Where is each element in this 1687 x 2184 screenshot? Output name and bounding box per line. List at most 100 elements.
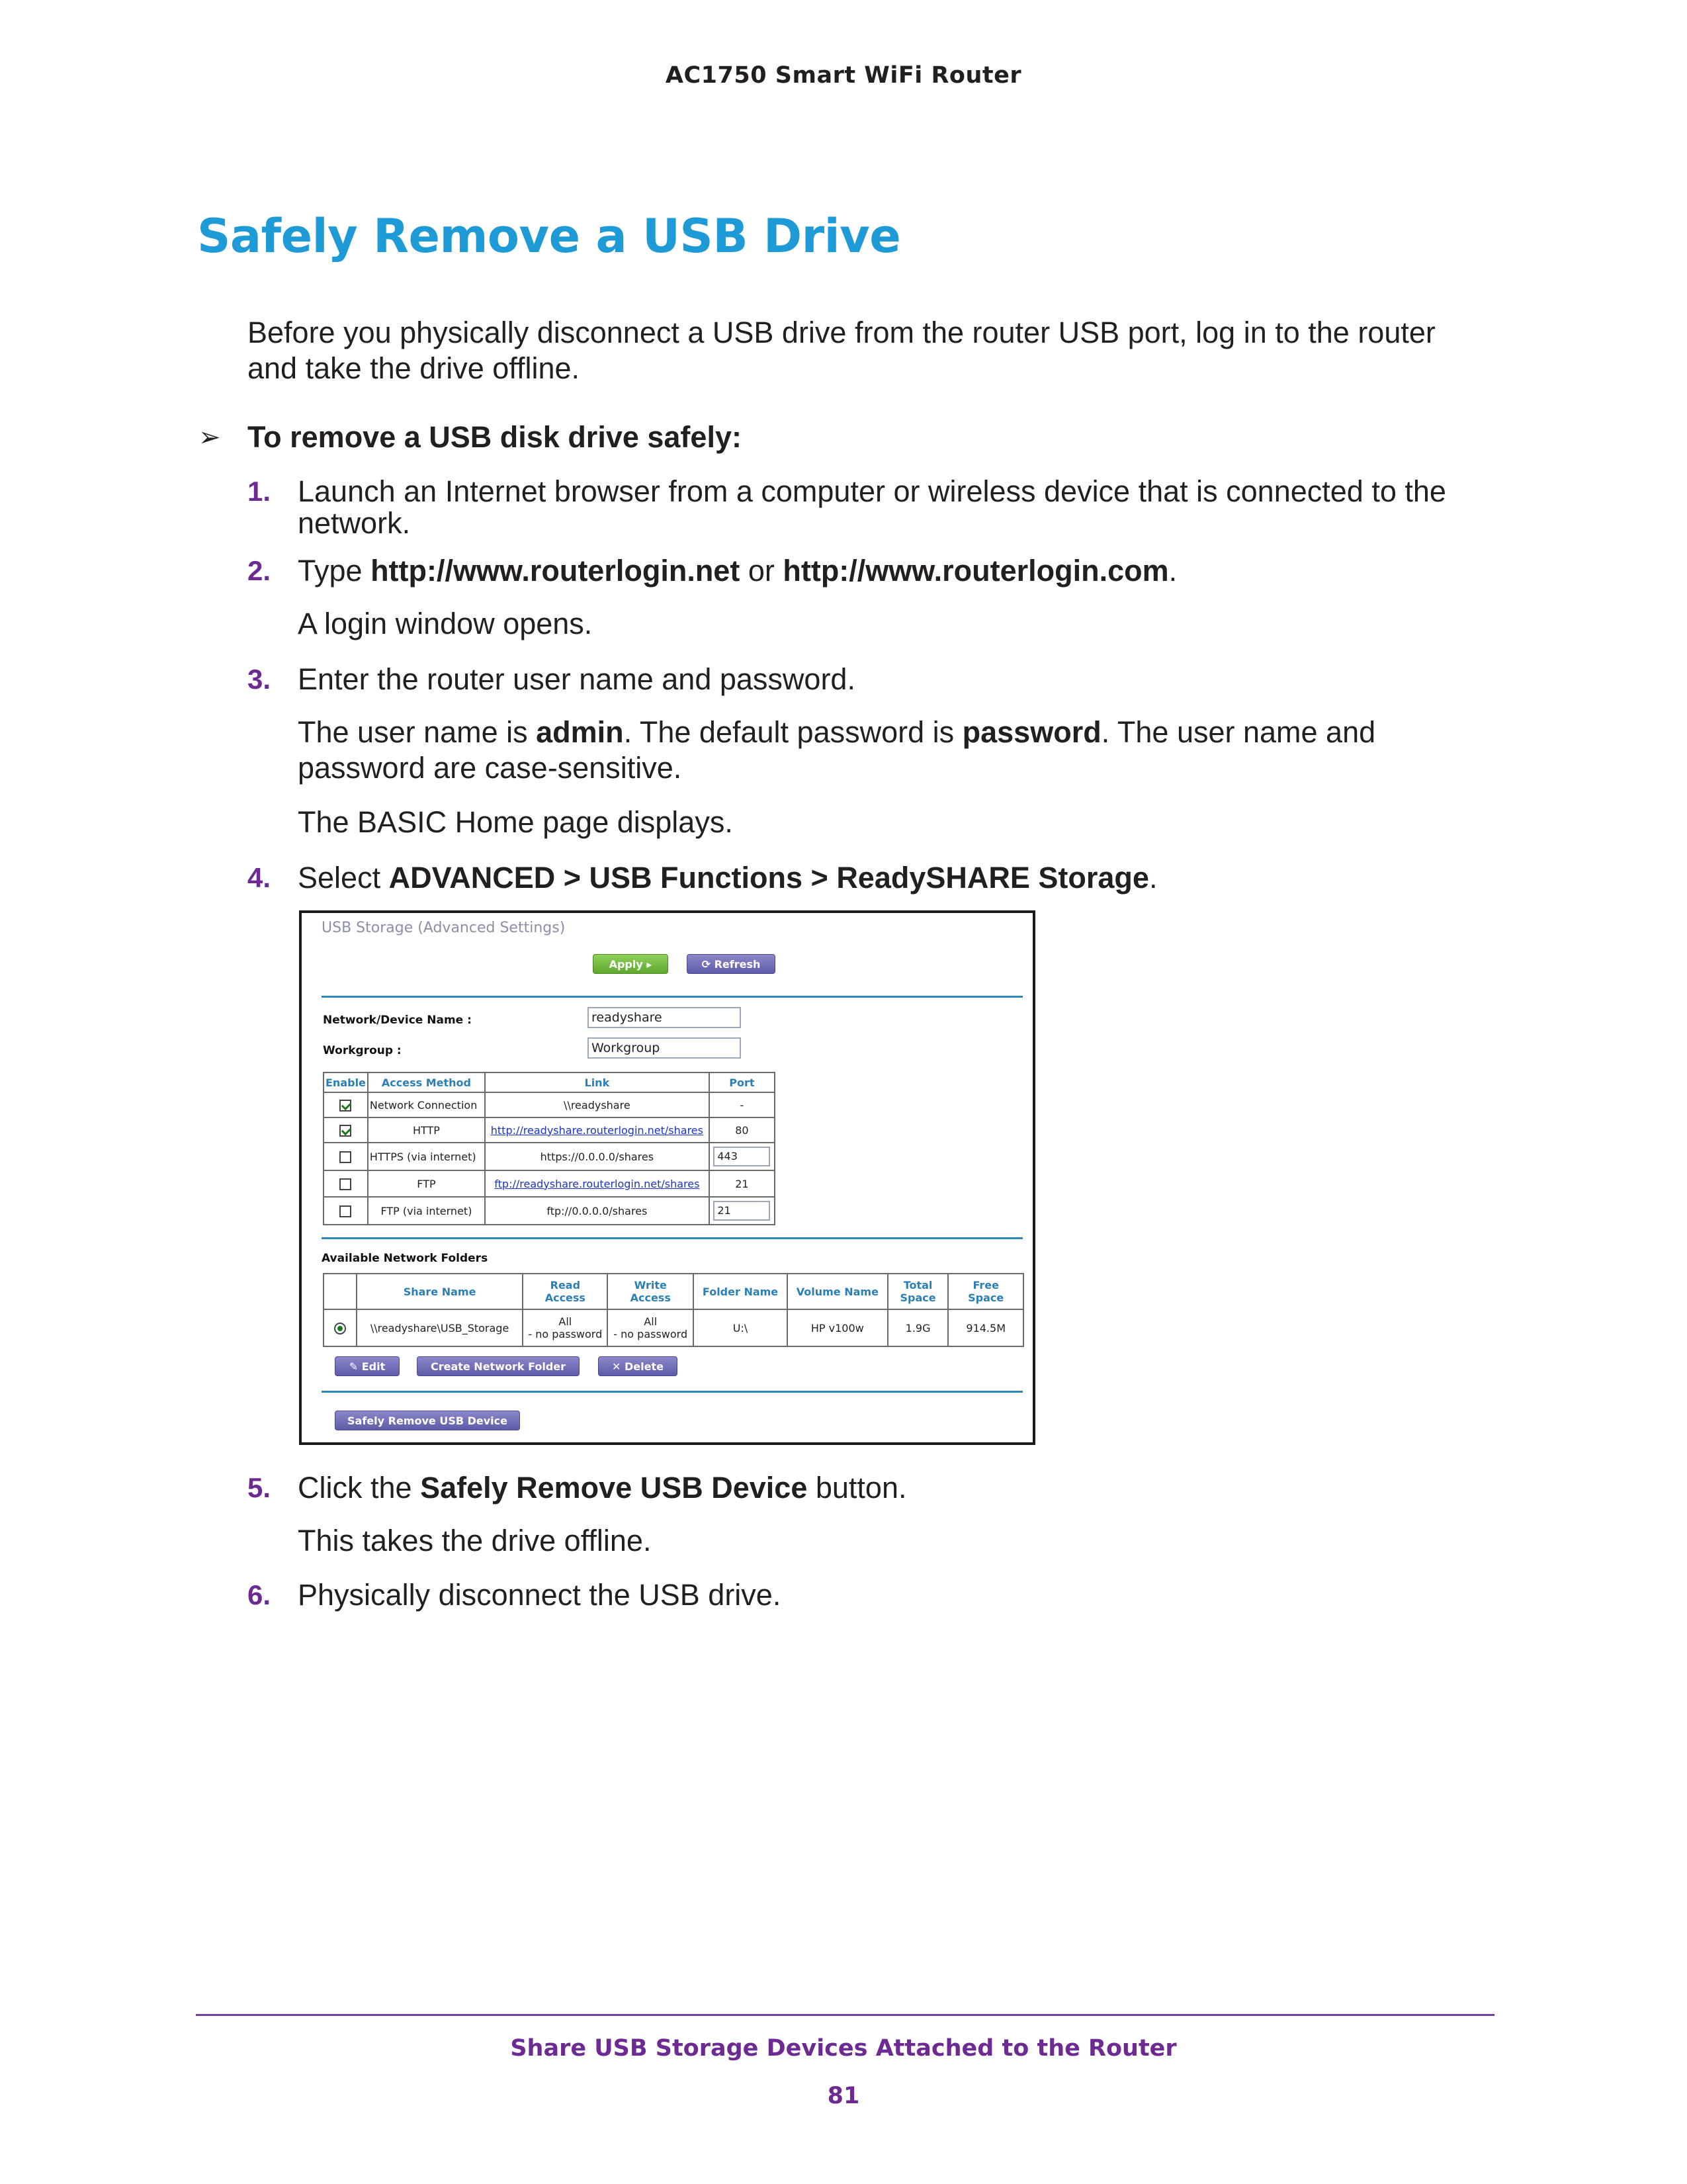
write-access-line-1: All [644, 1315, 658, 1328]
free-space-header: Free Space [947, 1273, 1024, 1310]
read-access-cell: All - no password [522, 1309, 609, 1347]
step-4-post: . [1148, 861, 1158, 895]
footer-chapter: Share USB Storage Devices Attached to th… [510, 2035, 1177, 2062]
read-header-line-2: Access [544, 1291, 585, 1304]
intro-paragraph: Before you physically disconnect a USB d… [247, 315, 1436, 386]
workgroup-label: Workgroup : [323, 1044, 402, 1057]
table-header-row: Share Name Read Access Write Access Folder… [323, 1273, 1024, 1310]
share-name-cell: \\readyshare\USB_Storage [355, 1309, 524, 1347]
port-cell: - [708, 1092, 776, 1118]
usb-storage-title: USB Storage (Advanced Settings) [322, 920, 566, 936]
port-input[interactable]: 21 [713, 1201, 771, 1221]
port-cell: 80 [708, 1117, 776, 1143]
enable-checkbox[interactable] [339, 1124, 352, 1137]
arrow-bullet-icon: ➢ [198, 423, 221, 452]
access-method-header: Access Method [367, 1072, 486, 1093]
section-title: Safely Remove a USB Drive [197, 209, 901, 263]
port-cell: 21 [708, 1170, 776, 1198]
link-cell: https://0.0.0.0/shares [484, 1142, 710, 1171]
default-username: admin [536, 715, 624, 749]
enable-checkbox[interactable] [339, 1205, 352, 1217]
access-method-cell: HTTP [367, 1117, 486, 1143]
port-input[interactable]: 443 [713, 1147, 771, 1166]
credentials-line-1: The user name is admin. The default pass… [298, 715, 1375, 750]
network-folders-table: Share Name Read Access Write Access Folder… [323, 1273, 1024, 1347]
router-url-com: http://www.routerlogin.com [783, 554, 1169, 588]
link-cell: \\readyshare [484, 1092, 710, 1118]
table-row: FTP (via internet) ftp://0.0.0.0/shares … [323, 1196, 776, 1225]
table-row: FTP ftp://readyshare.routerlogin.net/sha… [323, 1170, 776, 1198]
share-link[interactable]: ftp://readyshare.routerlogin.net/shares [494, 1178, 699, 1190]
table-row: \\readyshare\USB_Storage All - no passwor… [323, 1309, 1024, 1347]
apply-button[interactable]: Apply ▸ [593, 954, 668, 974]
step-3-note: The BASIC Home page displays. [298, 805, 733, 839]
safely-remove-ref: Safely Remove USB Device [420, 1471, 808, 1505]
step-6-text: Physically disconnect the USB drive. [298, 1578, 781, 1612]
table-row: HTTP http://readyshare.routerlogin.net/s… [323, 1117, 776, 1143]
step-number: 2. [247, 555, 271, 586]
step-1-line-1: Launch an Internet browser from a comput… [298, 474, 1446, 508]
read-access-line-1: All [558, 1315, 572, 1328]
access-method-cell: FTP [367, 1170, 486, 1198]
step-number: 1. [247, 476, 271, 507]
link-header: Link [484, 1072, 710, 1093]
write-access-line-2: - no password [613, 1328, 688, 1340]
step-1-text: Launch an Internet browser from a comput… [298, 474, 1446, 541]
edit-button[interactable]: ✎ Edit [335, 1356, 400, 1376]
access-method-cell: Network Connection [367, 1092, 486, 1118]
default-password: password [962, 715, 1102, 749]
router-url-net: http://www.routerlogin.net [370, 554, 740, 588]
access-method-table: Enable Access Method Link Port Network C… [323, 1072, 776, 1225]
share-link[interactable]: http://readyshare.routerlogin.net/shares [491, 1124, 703, 1137]
step-2-post: . [1168, 554, 1178, 588]
write-access-cell: All - no password [607, 1309, 695, 1347]
enable-checkbox[interactable] [339, 1151, 352, 1163]
volume-name-cell: HP v100w [786, 1309, 888, 1347]
step-5-note: This takes the drive offline. [298, 1524, 652, 1557]
credentials-line-2: password are case-sensitive. [298, 751, 682, 785]
folder-name-cell: U:\ [693, 1309, 788, 1347]
credentials-mid: . The default password is [623, 715, 963, 749]
write-header-line-2: Access [630, 1291, 671, 1304]
workgroup-input[interactable]: Workgroup [587, 1037, 741, 1059]
delete-button[interactable]: ✕ Delete [598, 1356, 677, 1376]
step-4-text: Select ADVANCED > USB Functions > ReadyS… [298, 860, 1157, 896]
free-space-cell: 914.5M [947, 1309, 1024, 1347]
port-header: Port [708, 1072, 776, 1093]
total-header-line-1: Total [903, 1279, 933, 1291]
divider [322, 996, 1023, 998]
table-row: Network Connection \\readyshare - [323, 1092, 776, 1118]
enable-checkbox[interactable] [339, 1099, 352, 1112]
page-number: 81 [827, 2083, 860, 2109]
step-number: 6. [247, 1579, 271, 1610]
divider [322, 1391, 1023, 1393]
table-header-row: Enable Access Method Link Port [323, 1072, 776, 1093]
procedure-heading: To remove a USB disk drive safely: [247, 420, 742, 454]
total-space-header: Total Space [887, 1273, 949, 1310]
menu-path: ADVANCED > USB Functions > ReadySHARE St… [388, 861, 1149, 895]
step-1-line-2: network. [298, 506, 411, 540]
folder-select-radio[interactable] [333, 1322, 346, 1334]
total-header-line-2: Space [900, 1291, 936, 1304]
footer-divider [196, 2014, 1494, 2016]
create-network-folder-button[interactable]: Create Network Folder [417, 1356, 580, 1376]
step-2-pre: Type [298, 554, 371, 588]
step-4-pre: Select [298, 861, 389, 895]
safely-remove-usb-button[interactable]: Safely Remove USB Device [335, 1411, 520, 1430]
step-5-post: button. [807, 1471, 907, 1505]
free-header-line-1: Free [973, 1279, 999, 1291]
step-2-note: A login window opens. [298, 607, 593, 640]
enable-checkbox[interactable] [339, 1178, 352, 1190]
folder-name-header: Folder Name [693, 1273, 788, 1310]
write-header-line-1: Write [634, 1279, 667, 1291]
step-3-credentials: The user name is admin. The default pass… [298, 715, 1375, 786]
intro-line-1: Before you physically disconnect a USB d… [247, 316, 1436, 349]
running-header: AC1750 Smart WiFi Router [665, 62, 1022, 89]
link-cell: ftp://0.0.0.0/shares [484, 1196, 710, 1225]
device-name-input[interactable]: readyshare [587, 1007, 741, 1028]
volume-name-header: Volume Name [786, 1273, 888, 1310]
step-number: 3. [247, 664, 271, 695]
step-3-text: Enter the router user name and password. [298, 662, 855, 696]
total-space-cell: 1.9G [887, 1309, 949, 1347]
refresh-button[interactable]: ⟳ Refresh [687, 954, 775, 974]
